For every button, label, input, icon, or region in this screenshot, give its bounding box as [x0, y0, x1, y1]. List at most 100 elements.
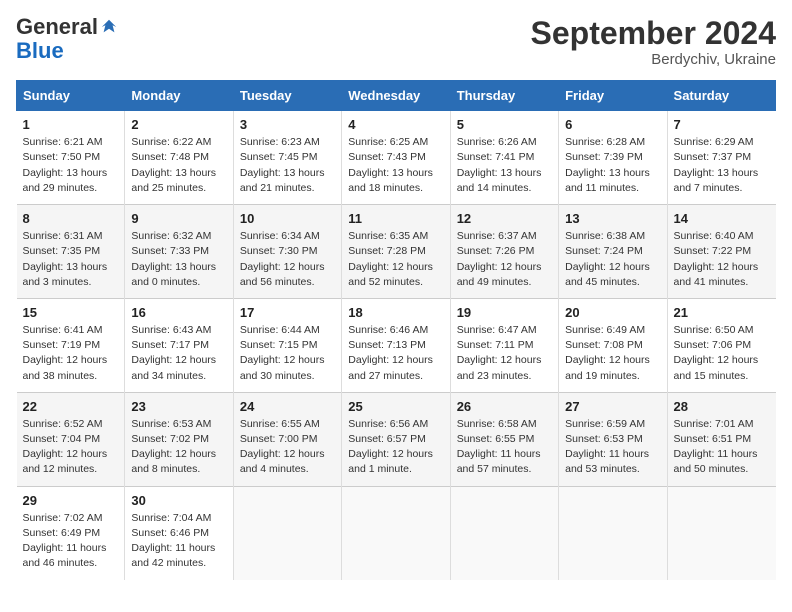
calendar-week-row: 29 Sunrise: 7:02 AMSunset: 6:49 PMDaylig… [17, 486, 776, 579]
day-number: 18 [348, 305, 443, 320]
day-number: 29 [23, 493, 119, 508]
day-info: Sunrise: 7:04 AMSunset: 6:46 PMDaylight:… [131, 511, 226, 572]
day-info: Sunrise: 6:32 AMSunset: 7:33 PMDaylight:… [131, 229, 226, 290]
calendar-week-row: 1 Sunrise: 6:21 AMSunset: 7:50 PMDayligh… [17, 111, 776, 205]
table-row: 19 Sunrise: 6:47 AMSunset: 7:11 PMDaylig… [450, 298, 558, 392]
day-info: Sunrise: 6:47 AMSunset: 7:11 PMDaylight:… [457, 323, 552, 384]
day-info: Sunrise: 6:21 AMSunset: 7:50 PMDaylight:… [23, 135, 119, 196]
day-info: Sunrise: 6:55 AMSunset: 7:00 PMDaylight:… [240, 417, 335, 478]
day-number: 28 [674, 399, 770, 414]
day-number: 30 [131, 493, 226, 508]
day-number: 15 [23, 305, 119, 320]
day-info: Sunrise: 6:35 AMSunset: 7:28 PMDaylight:… [348, 229, 443, 290]
day-info: Sunrise: 6:26 AMSunset: 7:41 PMDaylight:… [457, 135, 552, 196]
table-row: 10 Sunrise: 6:34 AMSunset: 7:30 PMDaylig… [233, 205, 341, 299]
table-row: 7 Sunrise: 6:29 AMSunset: 7:37 PMDayligh… [667, 111, 775, 205]
table-row: 24 Sunrise: 6:55 AMSunset: 7:00 PMDaylig… [233, 392, 341, 486]
table-row: 12 Sunrise: 6:37 AMSunset: 7:26 PMDaylig… [450, 205, 558, 299]
day-number: 27 [565, 399, 660, 414]
day-number: 2 [131, 117, 226, 132]
day-number: 22 [23, 399, 119, 414]
table-row: 17 Sunrise: 6:44 AMSunset: 7:15 PMDaylig… [233, 298, 341, 392]
day-info: Sunrise: 6:50 AMSunset: 7:06 PMDaylight:… [674, 323, 770, 384]
logo-general: General [16, 16, 98, 38]
day-number: 3 [240, 117, 335, 132]
day-info: Sunrise: 6:29 AMSunset: 7:37 PMDaylight:… [674, 135, 770, 196]
day-info: Sunrise: 6:37 AMSunset: 7:26 PMDaylight:… [457, 229, 552, 290]
col-tuesday: Tuesday [233, 81, 341, 111]
day-info: Sunrise: 6:34 AMSunset: 7:30 PMDaylight:… [240, 229, 335, 290]
table-row: 11 Sunrise: 6:35 AMSunset: 7:28 PMDaylig… [342, 205, 450, 299]
day-info: Sunrise: 6:58 AMSunset: 6:55 PMDaylight:… [457, 417, 552, 478]
day-info: Sunrise: 6:44 AMSunset: 7:15 PMDaylight:… [240, 323, 335, 384]
day-number: 24 [240, 399, 335, 414]
table-row: 4 Sunrise: 6:25 AMSunset: 7:43 PMDayligh… [342, 111, 450, 205]
table-row: 29 Sunrise: 7:02 AMSunset: 6:49 PMDaylig… [17, 486, 125, 579]
day-info: Sunrise: 6:52 AMSunset: 7:04 PMDaylight:… [23, 417, 119, 478]
day-info: Sunrise: 6:49 AMSunset: 7:08 PMDaylight:… [565, 323, 660, 384]
day-number: 16 [131, 305, 226, 320]
calendar-week-row: 15 Sunrise: 6:41 AMSunset: 7:19 PMDaylig… [17, 298, 776, 392]
table-row: 5 Sunrise: 6:26 AMSunset: 7:41 PMDayligh… [450, 111, 558, 205]
day-info: Sunrise: 6:31 AMSunset: 7:35 PMDaylight:… [23, 229, 119, 290]
col-sunday: Sunday [17, 81, 125, 111]
day-number: 12 [457, 211, 552, 226]
day-number: 4 [348, 117, 443, 132]
day-info: Sunrise: 6:22 AMSunset: 7:48 PMDaylight:… [131, 135, 226, 196]
calendar-subtitle: Berdychiv, Ukraine [531, 51, 776, 68]
table-row: 22 Sunrise: 6:52 AMSunset: 7:04 PMDaylig… [17, 392, 125, 486]
table-row: 23 Sunrise: 6:53 AMSunset: 7:02 PMDaylig… [125, 392, 233, 486]
table-row: 2 Sunrise: 6:22 AMSunset: 7:48 PMDayligh… [125, 111, 233, 205]
day-number: 21 [674, 305, 770, 320]
table-row: 26 Sunrise: 6:58 AMSunset: 6:55 PMDaylig… [450, 392, 558, 486]
day-info: Sunrise: 6:28 AMSunset: 7:39 PMDaylight:… [565, 135, 660, 196]
table-row: 1 Sunrise: 6:21 AMSunset: 7:50 PMDayligh… [17, 111, 125, 205]
day-info: Sunrise: 6:23 AMSunset: 7:45 PMDaylight:… [240, 135, 335, 196]
col-friday: Friday [559, 81, 667, 111]
table-row: 6 Sunrise: 6:28 AMSunset: 7:39 PMDayligh… [559, 111, 667, 205]
table-row [559, 486, 667, 579]
day-info: Sunrise: 6:53 AMSunset: 7:02 PMDaylight:… [131, 417, 226, 478]
logo-bird-icon [100, 18, 118, 36]
header: General Blue September 2024 Berdychiv, U… [16, 16, 776, 68]
day-number: 10 [240, 211, 335, 226]
day-number: 6 [565, 117, 660, 132]
table-row: 14 Sunrise: 6:40 AMSunset: 7:22 PMDaylig… [667, 205, 775, 299]
table-row: 13 Sunrise: 6:38 AMSunset: 7:24 PMDaylig… [559, 205, 667, 299]
table-row: 25 Sunrise: 6:56 AMSunset: 6:57 PMDaylig… [342, 392, 450, 486]
table-row [450, 486, 558, 579]
day-info: Sunrise: 6:40 AMSunset: 7:22 PMDaylight:… [674, 229, 770, 290]
col-wednesday: Wednesday [342, 81, 450, 111]
table-row: 28 Sunrise: 7:01 AMSunset: 6:51 PMDaylig… [667, 392, 775, 486]
day-number: 7 [674, 117, 770, 132]
calendar-table: Sunday Monday Tuesday Wednesday Thursday… [16, 80, 776, 579]
day-number: 26 [457, 399, 552, 414]
day-info: Sunrise: 6:59 AMSunset: 6:53 PMDaylight:… [565, 417, 660, 478]
table-row: 3 Sunrise: 6:23 AMSunset: 7:45 PMDayligh… [233, 111, 341, 205]
col-monday: Monday [125, 81, 233, 111]
day-number: 11 [348, 211, 443, 226]
calendar-header-row: Sunday Monday Tuesday Wednesday Thursday… [17, 81, 776, 111]
calendar-week-row: 22 Sunrise: 6:52 AMSunset: 7:04 PMDaylig… [17, 392, 776, 486]
table-row: 16 Sunrise: 6:43 AMSunset: 7:17 PMDaylig… [125, 298, 233, 392]
table-row: 9 Sunrise: 6:32 AMSunset: 7:33 PMDayligh… [125, 205, 233, 299]
title-block: September 2024 Berdychiv, Ukraine [531, 16, 776, 68]
day-info: Sunrise: 6:56 AMSunset: 6:57 PMDaylight:… [348, 417, 443, 478]
day-info: Sunrise: 6:41 AMSunset: 7:19 PMDaylight:… [23, 323, 119, 384]
table-row [667, 486, 775, 579]
table-row: 21 Sunrise: 6:50 AMSunset: 7:06 PMDaylig… [667, 298, 775, 392]
day-number: 8 [23, 211, 119, 226]
day-number: 1 [23, 117, 119, 132]
day-info: Sunrise: 7:01 AMSunset: 6:51 PMDaylight:… [674, 417, 770, 478]
day-number: 9 [131, 211, 226, 226]
day-number: 5 [457, 117, 552, 132]
calendar-title: September 2024 [531, 16, 776, 51]
day-info: Sunrise: 6:25 AMSunset: 7:43 PMDaylight:… [348, 135, 443, 196]
logo-blue: Blue [16, 38, 64, 63]
day-number: 19 [457, 305, 552, 320]
day-info: Sunrise: 7:02 AMSunset: 6:49 PMDaylight:… [23, 511, 119, 572]
calendar-week-row: 8 Sunrise: 6:31 AMSunset: 7:35 PMDayligh… [17, 205, 776, 299]
day-number: 17 [240, 305, 335, 320]
table-row: 8 Sunrise: 6:31 AMSunset: 7:35 PMDayligh… [17, 205, 125, 299]
col-thursday: Thursday [450, 81, 558, 111]
